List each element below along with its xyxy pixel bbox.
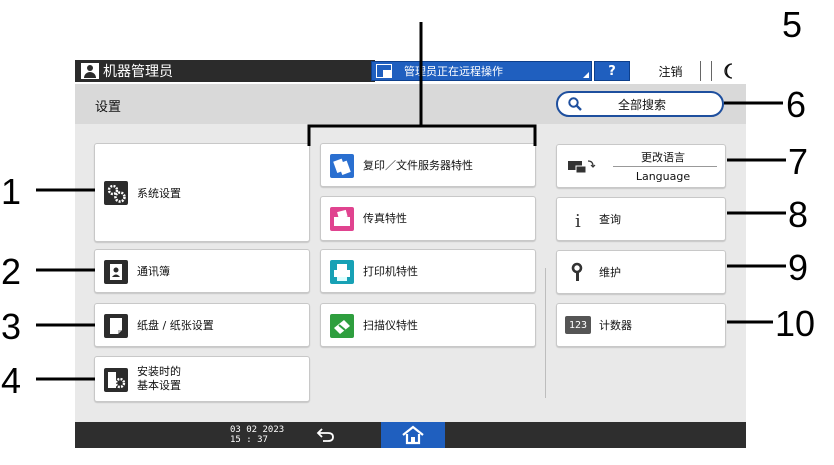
- tray-paper-settings-tile[interactable]: 纸盘 / 纸张设置: [94, 303, 310, 347]
- counter-label: 计数器: [599, 319, 632, 332]
- inquiry-tile[interactable]: i 查询: [556, 197, 726, 241]
- paper-tray-icon: [104, 314, 128, 338]
- user-area: 机器管理员: [75, 60, 375, 82]
- printer-features-label: 打印机特性: [363, 265, 418, 278]
- printer-icon: [330, 260, 354, 284]
- back-button[interactable]: [305, 422, 345, 448]
- scanner-icon: [330, 314, 354, 338]
- heading-bar: 设置 全部搜索: [75, 84, 746, 124]
- device-gear-icon: [104, 368, 128, 392]
- user-icon: [81, 63, 99, 79]
- address-book-icon: [104, 260, 128, 284]
- copier-icon: [330, 154, 354, 178]
- page-title: 设置: [95, 100, 122, 115]
- tray-paper-settings-label: 纸盘 / 纸张设置: [137, 319, 214, 332]
- language-label-english: Language: [635, 170, 691, 183]
- home-icon: [402, 425, 424, 445]
- device-screen: 机器管理员 管理员正在远程操作 ? 注销 设置 全部搜索 系统设置 通讯簿 纸盘…: [75, 58, 746, 448]
- callout-2: 2: [1, 251, 21, 292]
- energy-saver-button[interactable]: [711, 61, 745, 81]
- counter-tile[interactable]: 123 计数器: [556, 303, 726, 347]
- home-button[interactable]: [381, 422, 445, 448]
- copier-document-server-features-tile[interactable]: 复印／文件服务器特性: [320, 143, 536, 187]
- back-arrow-icon: [316, 428, 334, 442]
- user-name: 机器管理员: [103, 64, 173, 80]
- search-all-button[interactable]: 全部搜索: [556, 91, 724, 117]
- callout-8: 8: [788, 194, 808, 235]
- install-basic-settings-label-line2: 基本设置: [137, 379, 181, 392]
- callout-5: 5: [782, 4, 802, 45]
- printer-features-tile[interactable]: 打印机特性: [320, 249, 536, 293]
- counter-icon: 123: [565, 316, 591, 334]
- fax-features-tile[interactable]: 传真特性: [320, 196, 536, 241]
- inquiry-label: 查询: [599, 213, 621, 226]
- scanner-features-label: 扫描仪特性: [363, 319, 418, 332]
- language-separator: [613, 166, 717, 167]
- gears-icon: [104, 181, 128, 205]
- search-icon: [568, 97, 582, 111]
- callout-1: 1: [1, 171, 21, 212]
- title-bar: 机器管理员 管理员正在远程操作 ? 注销: [75, 58, 746, 84]
- scanner-features-tile[interactable]: 扫描仪特性: [320, 303, 536, 347]
- callout-3: 3: [1, 306, 21, 347]
- remote-operation-bar[interactable]: 管理员正在远程操作: [371, 61, 592, 81]
- fax-icon: [330, 207, 354, 231]
- callout-6: 6: [786, 84, 806, 125]
- system-settings-tile[interactable]: 系统设置: [94, 143, 310, 242]
- maintenance-tile[interactable]: 维护: [556, 250, 726, 294]
- fax-features-label: 传真特性: [363, 212, 407, 225]
- callout-9: 9: [788, 247, 808, 288]
- column-divider: [545, 268, 546, 398]
- status-bar: 03 02 2023 15 : 37: [75, 422, 746, 448]
- change-language-tile[interactable]: 更改语言 Language: [556, 144, 726, 188]
- copier-document-server-features-label: 复印／文件服务器特性: [363, 159, 473, 172]
- wrench-icon: [566, 261, 590, 285]
- callout-4: 4: [1, 360, 21, 401]
- callout-10: 10: [775, 303, 815, 344]
- time-text: 15 : 37: [230, 435, 268, 445]
- search-all-label: 全部搜索: [617, 97, 666, 112]
- svg-text:i: i: [575, 211, 581, 232]
- date-text: 03 02 2023: [230, 425, 285, 435]
- install-basic-settings-tile[interactable]: 安装时的 基本设置: [94, 356, 310, 402]
- change-language-label: 更改语言: [641, 151, 685, 164]
- remote-status-text: 管理员正在远程操作: [404, 65, 503, 78]
- system-settings-label: 系统设置: [137, 187, 181, 200]
- remote-operation-icon: [376, 64, 392, 78]
- info-icon: i: [566, 208, 590, 232]
- install-basic-settings-label-line1: 安装时的: [137, 365, 181, 378]
- logout-button[interactable]: 注销: [641, 61, 701, 81]
- address-book-label: 通讯簿: [137, 265, 170, 278]
- callout-7: 7: [788, 141, 808, 182]
- expand-corner-icon: [583, 72, 589, 78]
- help-button[interactable]: ?: [594, 61, 630, 81]
- address-book-tile[interactable]: 通讯簿: [94, 249, 310, 293]
- moon-icon: [723, 63, 732, 79]
- date-time: 03 02 2023 15 : 37: [230, 425, 284, 445]
- maintenance-label: 维护: [599, 266, 621, 279]
